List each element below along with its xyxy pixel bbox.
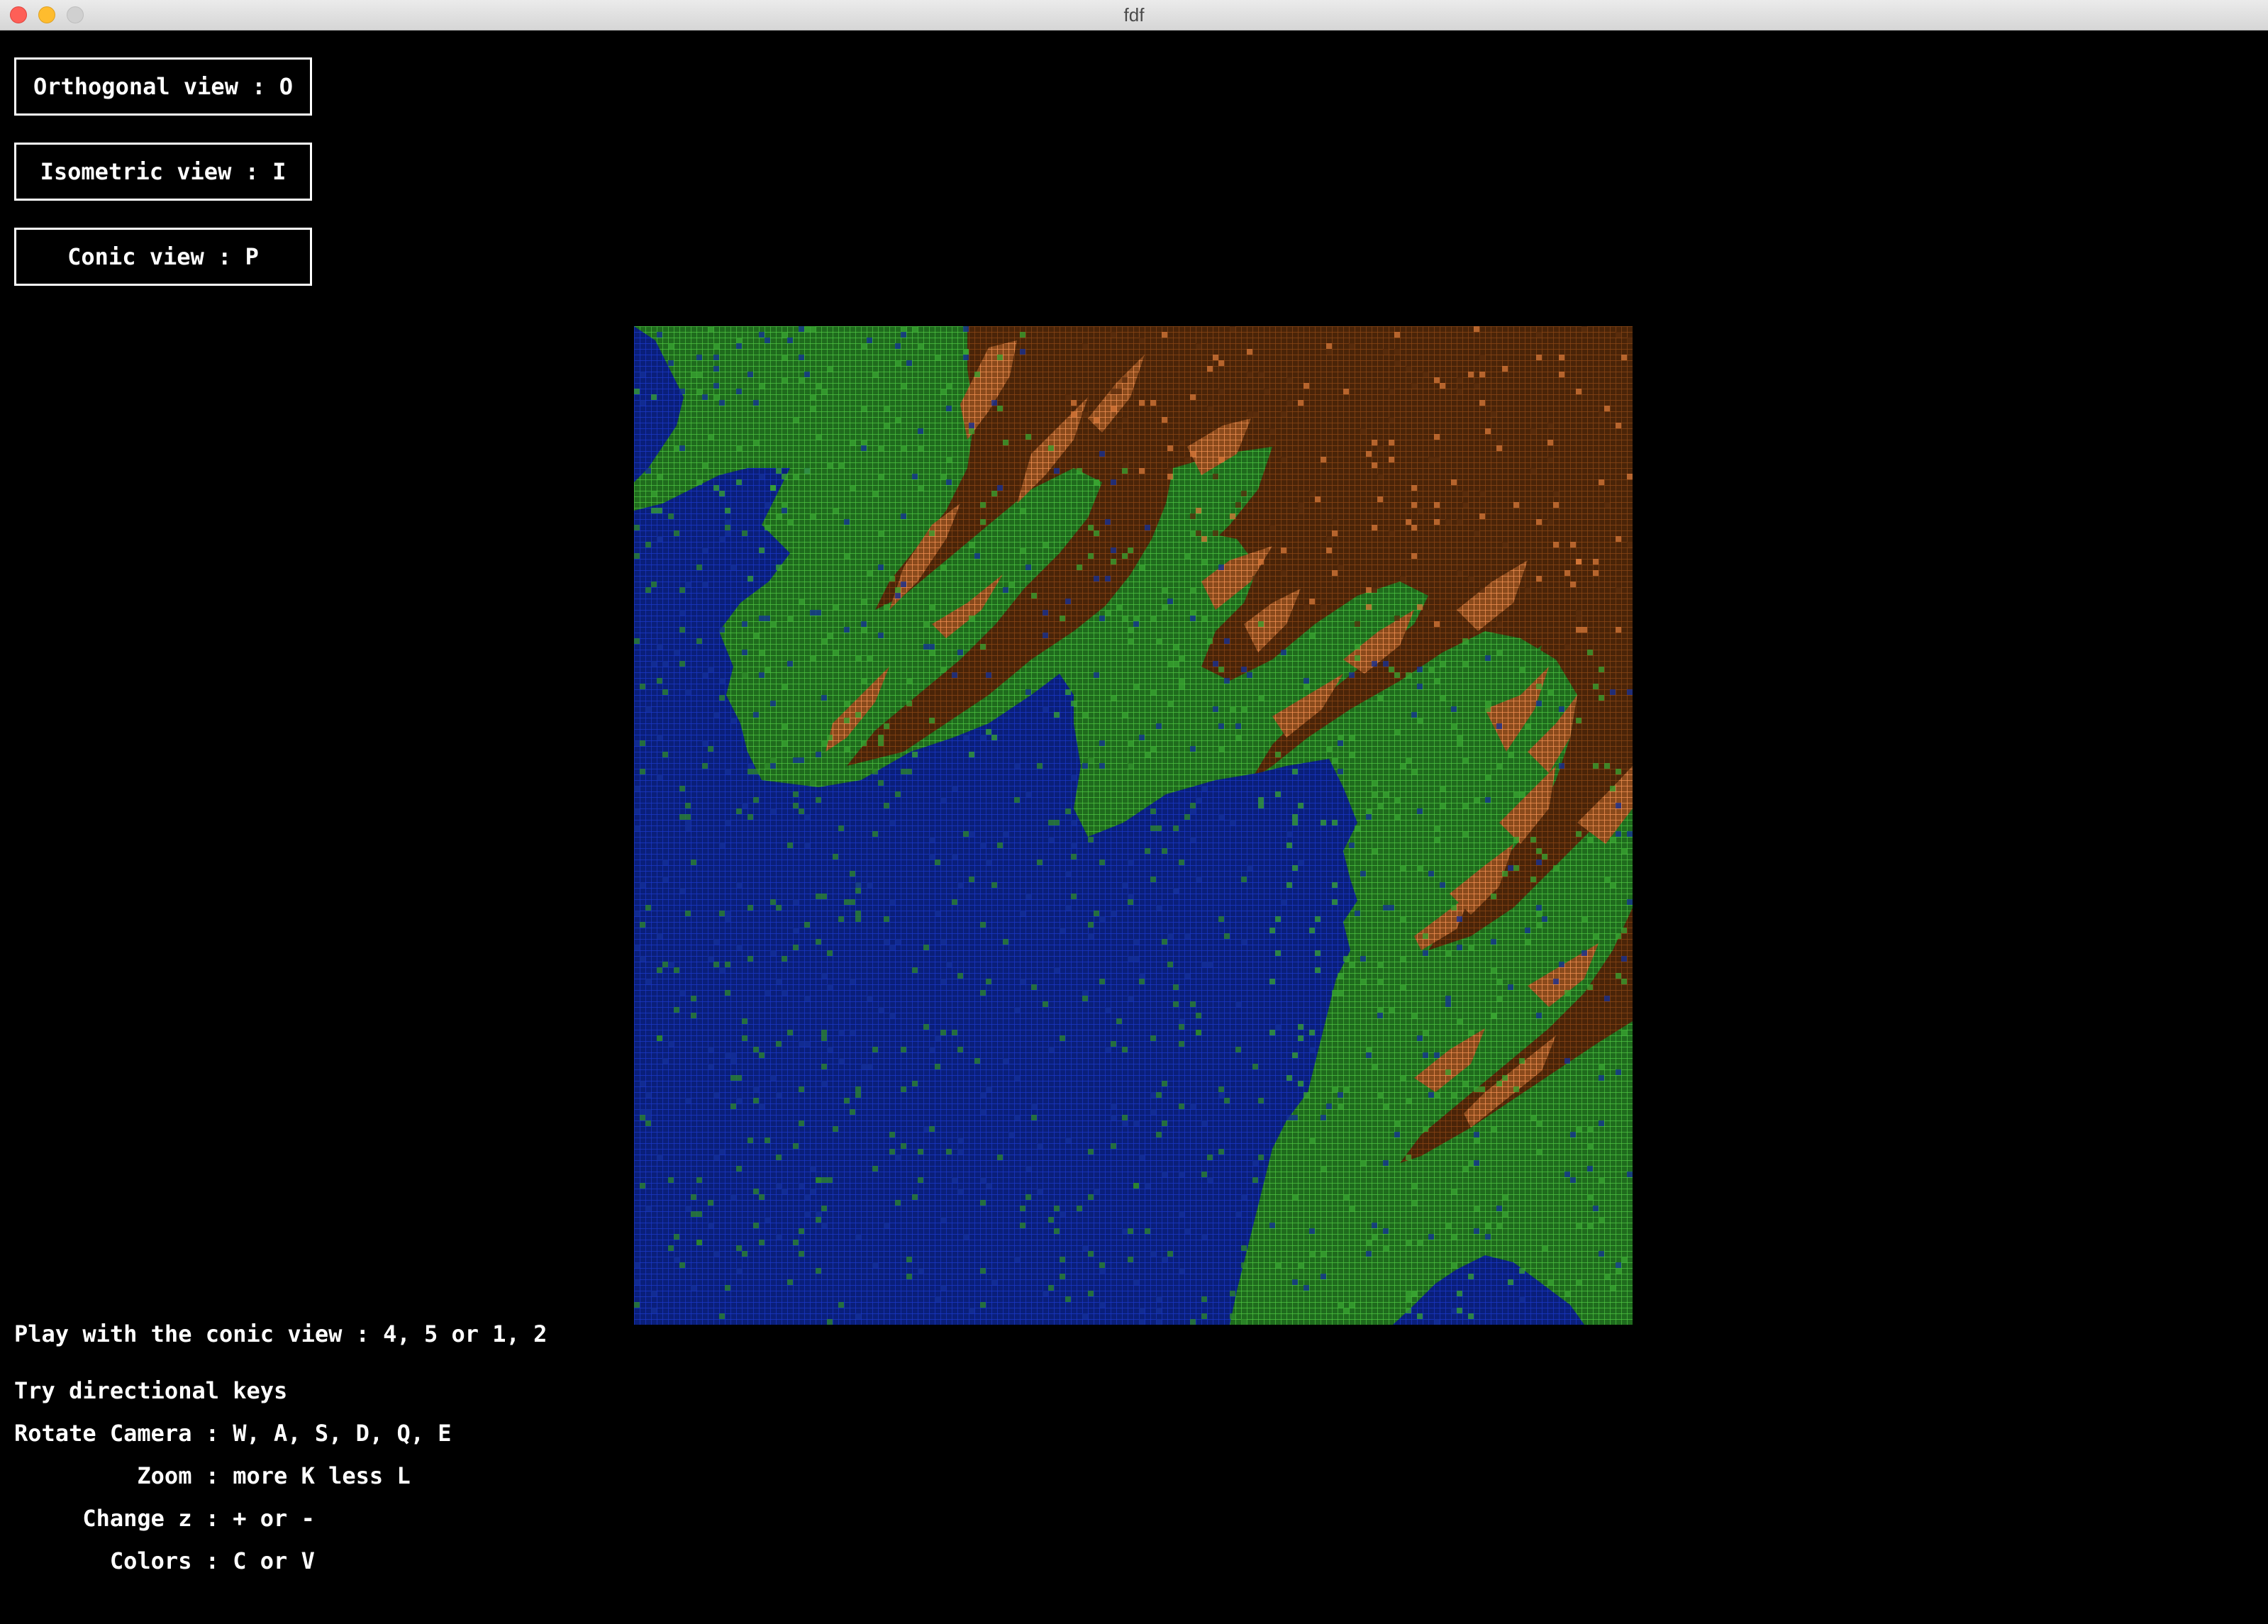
help-change-z: Change z : + or - — [14, 1505, 315, 1532]
wireframe-map-canvas — [634, 326, 1633, 1325]
app-window: fdf Orthogonal view : O Isometric view :… — [0, 0, 2268, 1624]
window-title: fdf — [1123, 4, 1145, 26]
isometric-view-button[interactable]: Isometric view : I — [14, 143, 312, 201]
help-directional: Try directional keys — [14, 1377, 288, 1404]
conic-view-button[interactable]: Conic view : P — [14, 228, 312, 286]
render-area[interactable]: Orthogonal view : O Isometric view : I C… — [0, 30, 2268, 1624]
wireframe-map[interactable] — [634, 326, 1633, 1325]
help-colors: Colors : C or V — [14, 1547, 315, 1574]
help-rotate: Rotate Camera : W, A, S, D, Q, E — [14, 1420, 452, 1447]
help-conic-play: Play with the conic view : 4, 5 or 1, 2 — [14, 1320, 547, 1347]
title-bar[interactable]: fdf — [0, 0, 2268, 30]
orthogonal-view-button[interactable]: Orthogonal view : O — [14, 57, 312, 116]
help-zoom: Zoom : more K less L — [14, 1462, 411, 1489]
